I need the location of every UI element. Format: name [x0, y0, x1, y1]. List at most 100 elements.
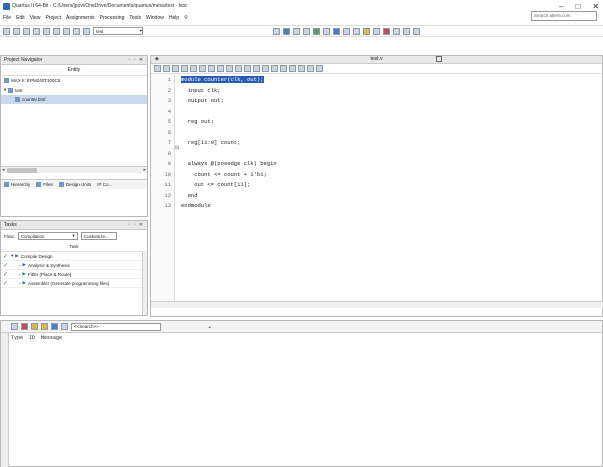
editor-horizontal-scrollbar[interactable] [151, 301, 603, 308]
settings-icon[interactable] [273, 27, 280, 35]
cut-icon[interactable] [43, 27, 50, 35]
code-line[interactable]: input clk; [181, 87, 221, 94]
messages-side-tab[interactable] [1, 333, 9, 467]
warning-filter-icon[interactable] [41, 323, 48, 330]
suppressed-filter-icon[interactable] [61, 323, 68, 330]
stop-icon[interactable] [323, 27, 330, 35]
task-row[interactable]: ✓ ▾ ▶ Compile Design [1, 252, 147, 261]
sopc-icon[interactable] [393, 27, 400, 35]
code-line[interactable]: module counter(clk, out); [181, 76, 264, 83]
next-bookmark-icon[interactable] [226, 65, 233, 72]
copy-icon[interactable] [53, 27, 60, 35]
chevron-right-icon[interactable]: › [19, 272, 21, 277]
project-combo[interactable]: test ▾ [93, 27, 143, 35]
code-line[interactable]: reg[11:0] count; [181, 139, 241, 146]
signaltap-icon[interactable] [403, 27, 410, 35]
code-line[interactable]: endmodule [181, 202, 211, 209]
redo-icon[interactable] [83, 27, 90, 35]
menu-project[interactable]: Project [45, 15, 61, 21]
search-altera-input[interactable]: Search altera.com [531, 11, 597, 21]
code-line[interactable]: end [181, 192, 198, 199]
menu-assignments[interactable]: Assignments [66, 15, 95, 21]
start-compilation-icon[interactable] [333, 27, 340, 35]
timing-icon[interactable] [353, 27, 360, 35]
device-tree-item[interactable]: MAX II: EPM240T100C5 [1, 76, 147, 85]
chevron-right-icon[interactable]: › [19, 263, 21, 268]
new-file-icon[interactable] [3, 27, 10, 35]
insert-template-icon[interactable] [154, 65, 161, 72]
comment-icon[interactable] [208, 65, 215, 72]
panel-controls[interactable]: ▫ ▫ ✕ [128, 57, 144, 63]
menu-processing[interactable]: Processing [100, 15, 125, 21]
all-messages-icon[interactable] [11, 323, 18, 330]
tool-icon[interactable] [316, 65, 323, 72]
uncomment-icon[interactable] [217, 65, 224, 72]
insert-icon[interactable] [307, 65, 314, 72]
panel-controls[interactable]: ▫ ▫ ✕ [128, 222, 144, 228]
save-all-icon[interactable] [33, 27, 40, 35]
menu-help[interactable]: Help [169, 15, 179, 21]
format-icon[interactable] [244, 65, 251, 72]
play-icon[interactable]: ▶ [15, 253, 18, 259]
code-line[interactable]: out <= count[11]; [181, 181, 250, 188]
analysis-icon[interactable] [313, 27, 320, 35]
tab-icon[interactable] [271, 65, 278, 72]
task-row[interactable]: ✓ › ▶ Fitter (Place & Route) [1, 270, 147, 279]
minimize-button[interactable]: – [559, 2, 563, 11]
unindent-icon[interactable] [199, 65, 206, 72]
assignment-icon[interactable] [303, 27, 310, 35]
close-button[interactable]: ✕ [592, 2, 599, 11]
editor-tab-title[interactable]: test.v [371, 56, 383, 62]
menu-file[interactable]: File [3, 15, 11, 21]
insert-file-icon[interactable] [262, 65, 269, 72]
chip-planner-icon[interactable] [283, 27, 290, 35]
open-file-icon[interactable] [13, 27, 20, 35]
help-icon[interactable] [413, 27, 420, 35]
critical-warning-filter-icon[interactable] [31, 323, 38, 330]
maximize-button[interactable]: □ [575, 2, 580, 11]
fold-toggle-icon[interactable]: ⊟ [175, 145, 179, 151]
play-icon[interactable]: ▶ [23, 262, 26, 268]
child-entity-tree-item[interactable]: counter.bmf [1, 95, 147, 104]
chevron-down-icon[interactable]: ⌄ [207, 323, 212, 330]
code-line[interactable]: always @(posedge clk) begin [181, 160, 277, 167]
pin-icon[interactable]: ⚲ [184, 15, 188, 21]
tab-hierarchy[interactable]: Hierarchy [4, 182, 30, 187]
menu-view[interactable]: View [30, 15, 41, 21]
scroll-left-icon[interactable]: ◂ [2, 167, 5, 173]
wrap-icon[interactable] [280, 65, 287, 72]
play-icon[interactable]: ▶ [23, 280, 26, 286]
code-line[interactable]: output out; [181, 97, 224, 104]
tab-ip-components[interactable]: IP Co... [97, 182, 112, 187]
tab-files[interactable]: Files [36, 182, 53, 187]
play-icon[interactable]: ▶ [23, 271, 26, 277]
code-area[interactable]: ⊟ 1 module counter(clk, out); 2 input clk;… [151, 74, 603, 308]
paste-icon[interactable] [63, 27, 70, 35]
error-filter-icon[interactable] [21, 323, 28, 330]
info-filter-icon[interactable] [51, 323, 58, 330]
undo-icon[interactable] [73, 27, 80, 35]
top-entity-tree-item[interactable]: ▾ test [1, 85, 147, 95]
task-row[interactable]: ✓ › ▶ Assembler (Generate programming files… [1, 279, 147, 288]
scroll-thumb[interactable] [7, 168, 37, 173]
message-search-input[interactable]: <<Search>> [71, 322, 161, 331]
chevron-right-icon[interactable]: › [19, 281, 21, 286]
view-icon[interactable] [298, 65, 305, 72]
menu-tools[interactable]: Tools [129, 15, 141, 21]
programmer-icon[interactable] [383, 27, 390, 35]
scroll-right-icon[interactable]: ▸ [143, 167, 146, 173]
code-line[interactable]: reg out; [181, 118, 214, 125]
task-row[interactable]: ✓ › ▶ Analysis & Synthesis [1, 261, 147, 270]
flow-select[interactable]: Compilation ▾ [17, 232, 78, 240]
code-line[interactable]: count <= count + 1'b1; [181, 171, 267, 178]
pin-planner-icon[interactable] [293, 27, 300, 35]
line-numbers-icon[interactable] [253, 65, 260, 72]
close-tab-icon[interactable] [436, 56, 442, 62]
find-icon[interactable] [163, 65, 170, 72]
netlist-icon[interactable] [363, 27, 370, 35]
analysis-synthesis-icon[interactable] [343, 27, 350, 35]
save-icon[interactable] [23, 27, 30, 35]
menu-window[interactable]: Window [146, 15, 164, 21]
chevron-down-icon[interactable]: ▾ [11, 253, 13, 259]
sync-icon[interactable] [289, 65, 296, 72]
